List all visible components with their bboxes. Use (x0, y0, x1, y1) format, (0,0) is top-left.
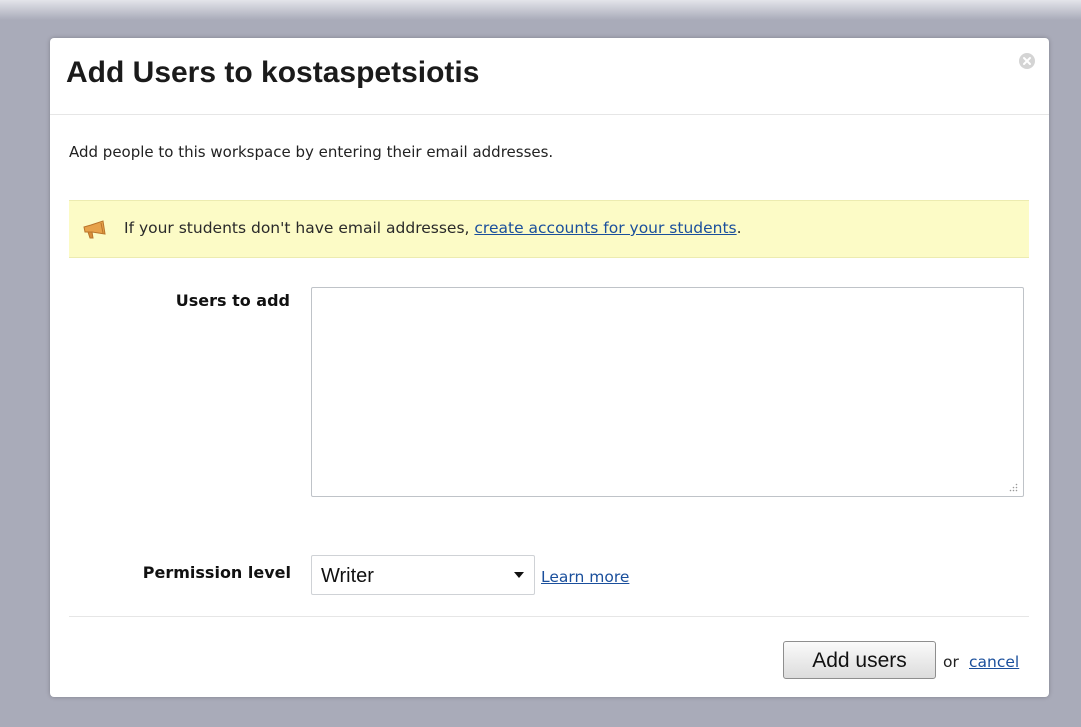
notice-banner: If your students don't have email addres… (69, 200, 1029, 258)
resize-grip-icon[interactable] (1008, 482, 1018, 492)
permission-level-label: Permission level (142, 563, 291, 582)
dialog-title: Add Users to kostaspetsiotis (66, 56, 480, 89)
permission-level-select[interactable]: Writer (311, 555, 535, 595)
notice-text: If your students don't have email addres… (124, 219, 742, 237)
users-to-add-input[interactable] (311, 287, 1024, 497)
chevron-down-icon (514, 572, 524, 578)
dialog-intro-text: Add people to this workspace by entering… (69, 143, 554, 161)
footer-divider (69, 616, 1029, 617)
add-users-dialog: Add Users to kostaspetsiotis Add people … (50, 38, 1049, 697)
add-users-button[interactable]: Add users (783, 641, 936, 679)
learn-more-link[interactable]: Learn more (541, 568, 629, 586)
close-button[interactable] (1019, 53, 1035, 69)
notice-text-after: . (736, 219, 742, 237)
permission-level-value: Writer (321, 565, 374, 587)
or-text: or (943, 653, 959, 671)
notice-text-before: If your students don't have email addres… (124, 219, 475, 237)
users-to-add-label: Users to add (175, 291, 290, 310)
megaphone-icon (83, 220, 106, 239)
cancel-link[interactable]: cancel (969, 653, 1019, 671)
close-icon (1023, 57, 1031, 65)
backdrop-top-gradient (0, 0, 1081, 20)
dialog-header: Add Users to kostaspetsiotis (50, 38, 1049, 115)
create-student-accounts-link[interactable]: create accounts for your students (474, 219, 736, 237)
